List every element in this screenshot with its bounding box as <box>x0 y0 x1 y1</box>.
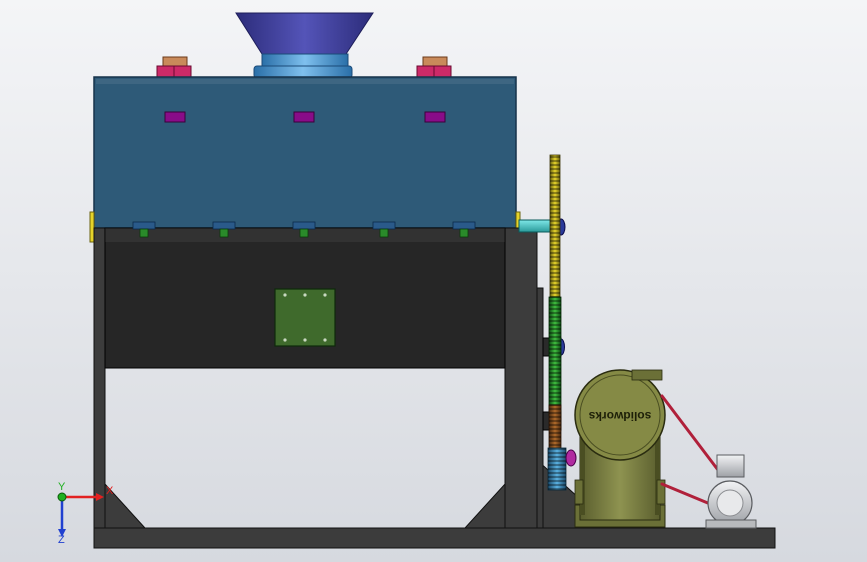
triad-y-label: Y <box>58 481 66 493</box>
gear-green-teeth <box>549 297 561 415</box>
gear-brown-teeth <box>549 405 561 449</box>
panel-screw <box>323 338 327 342</box>
motor-feet <box>705 519 757 529</box>
gear-reducer[interactable]: solidworks <box>574 369 666 528</box>
drive-coupling <box>565 449 577 467</box>
triad-z-label: Z <box>58 534 65 546</box>
reducer-logo: solidworks <box>588 409 651 423</box>
tank-body[interactable] <box>93 76 517 229</box>
tank-highlight <box>96 79 514 84</box>
reducer-top-boss <box>631 369 663 381</box>
triad-x-label: X <box>106 485 114 497</box>
cad-viewport[interactable]: solidworks X Y Z <box>0 0 867 562</box>
gear-yellow-teeth <box>550 155 560 297</box>
reducer-flange-left <box>574 479 584 505</box>
panel-screw <box>303 338 307 342</box>
lug-cap <box>422 56 448 67</box>
frame-leg-left <box>93 227 106 549</box>
motor-terminal-box <box>716 454 745 478</box>
gear-support-plate <box>536 287 544 529</box>
inspection-panel[interactable] <box>274 288 336 347</box>
main-shaft[interactable] <box>518 219 555 233</box>
panel-screw <box>303 293 307 297</box>
panel-screw <box>283 293 287 297</box>
panel-plate <box>274 288 336 347</box>
tank-slot-right <box>424 111 446 123</box>
triad-origin <box>57 492 67 502</box>
gear-cyan-teeth <box>548 448 566 490</box>
tank-edge-tab-left <box>89 211 95 243</box>
lug-cap <box>162 56 188 67</box>
panel-screw <box>323 293 327 297</box>
frame-base <box>93 527 776 549</box>
motor-endcap <box>716 489 744 517</box>
tank-slot-left <box>164 111 186 123</box>
tank-slot-center <box>293 111 315 123</box>
hopper-flange <box>253 65 353 79</box>
panel-screw <box>283 338 287 342</box>
frame-leg-middle <box>504 227 538 529</box>
